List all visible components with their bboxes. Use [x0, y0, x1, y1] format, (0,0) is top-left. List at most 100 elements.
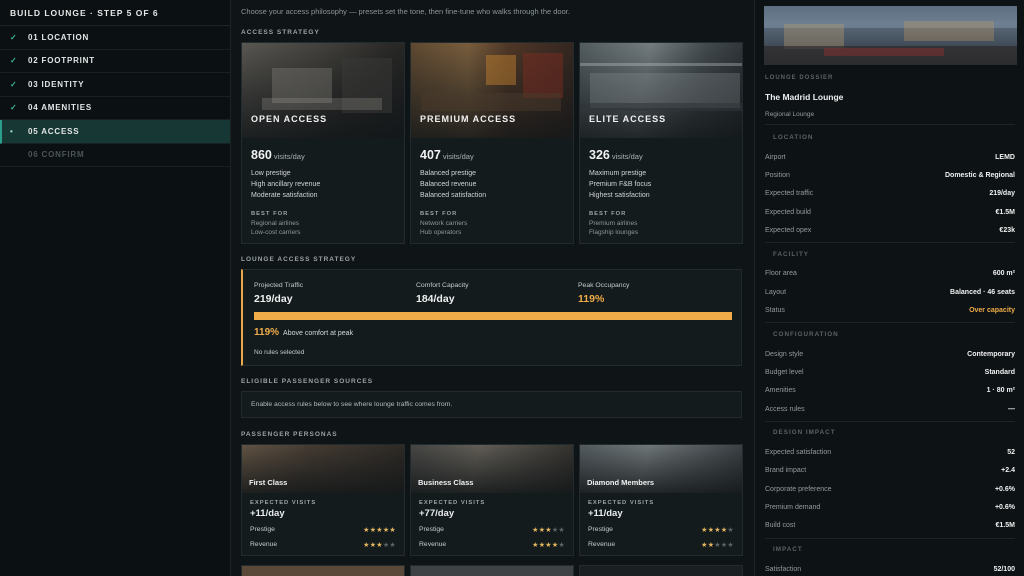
wizard-sidebar: BUILD LOUNGE · STEP 5 OF 6 ✓ 01 LOCATION… [0, 0, 231, 576]
step-label: 02 FOOTPRINT [28, 56, 95, 66]
comfort-capacity-value: 184/day [416, 293, 455, 305]
dossier-row: Airport LEMD [765, 154, 1015, 161]
star-icon: ★ [532, 542, 539, 549]
revenue-stars: ★★★★★ [701, 541, 734, 549]
best-for-item: Regional airlines [251, 220, 300, 227]
prestige-label: Prestige [588, 526, 613, 533]
prestige-stars: ★★★★★ [701, 526, 734, 534]
revenue-stars: ★★★★★ [363, 541, 396, 549]
star-icon: ★ [376, 542, 383, 549]
dossier-row: Build cost €1.5M [765, 522, 1015, 529]
feature: Balanced revenue [420, 181, 477, 188]
step-access[interactable]: • 05 ACCESS [0, 120, 230, 144]
configuration-section-label: CONFIGURATION [773, 331, 839, 338]
best-for-item: Network carriers [420, 220, 468, 227]
prestige-stars: ★★★★★ [363, 526, 396, 534]
prestige-label: Prestige [419, 526, 444, 533]
check-icon: ✓ [10, 79, 18, 89]
projected-traffic-label: Projected Traffic [254, 282, 303, 289]
warning-percent: 119% [254, 327, 280, 338]
step-amenities[interactable]: ✓ 04 AMENITIES [0, 97, 230, 120]
lounge-name: The Madrid Lounge [765, 92, 844, 102]
expected-visits-value: +11/day [588, 508, 623, 519]
card-title: ELITE ACCESS [589, 114, 667, 124]
revenue-stars: ★★★★★ [532, 541, 565, 549]
dossier-row: Expected opex €23k [765, 227, 1015, 234]
expected-visits-label: EXPECTED VISITS [588, 500, 655, 506]
star-icon: ★ [727, 527, 734, 534]
design-impact-section-label: DESIGN IMPACT [773, 429, 836, 436]
best-for-label: BEST FOR [589, 211, 627, 217]
step-confirm[interactable]: 06 CONFIRM [0, 144, 230, 167]
premium-access-photo: PREMIUM ACCESS [411, 43, 573, 138]
persona-card-first-class[interactable]: First Class EXPECTED VISITS +11/day Pres… [241, 444, 405, 556]
feature: Balanced satisfaction [420, 192, 487, 199]
best-for-item: Hub operators [420, 228, 462, 236]
star-icon: ★ [701, 542, 708, 549]
persona-card-diamond-members[interactable]: Diamond Members EXPECTED VISITS +11/day … [579, 444, 743, 556]
persona-card-partial[interactable] [579, 565, 743, 576]
best-for-item: Flagship lounges [589, 228, 639, 236]
star-icon: ★ [376, 527, 383, 534]
dossier-label: LOUNGE DOSSIER [765, 75, 834, 81]
facility-section-label: FACILITY [773, 251, 809, 258]
star-icon: ★ [532, 527, 539, 534]
prestige-label: Prestige [250, 526, 275, 533]
location-section-label: LOCATION [773, 134, 814, 141]
persona-card-partial[interactable] [410, 565, 574, 576]
impact-section-label: IMPACT [773, 546, 803, 553]
step-identity[interactable]: ✓ 03 IDENTITY [0, 73, 230, 97]
star-icon: ★ [389, 542, 396, 549]
expected-visits-label: EXPECTED VISITS [250, 500, 317, 506]
feature: Moderate satisfaction [251, 192, 318, 199]
persona-card-partial[interactable] [241, 565, 405, 576]
dossier-row: Amenities 1 · 80 m² [765, 387, 1015, 394]
star-icon: ★ [714, 527, 721, 534]
expected-visits-value: +11/day [250, 508, 285, 519]
step-label: 04 AMENITIES [28, 103, 92, 113]
access-strategy-heading: ACCESS STRATEGY [241, 29, 320, 36]
divider [765, 322, 1015, 323]
dossier-row: Design style Contemporary [765, 351, 1015, 358]
step-footprint[interactable]: ✓ 02 FOOTPRINT [0, 50, 230, 73]
revenue-label: Revenue [419, 541, 447, 548]
check-icon: ✓ [10, 32, 18, 42]
visits-value: 860 visits/day [251, 148, 305, 162]
prestige-stars: ★★★★★ [532, 526, 565, 534]
step-label: 05 ACCESS [28, 126, 80, 136]
persona-name: Business Class [418, 478, 474, 487]
warning-text: Above comfort at peak [283, 330, 354, 337]
best-for-item: Premium airlines [589, 220, 638, 227]
access-card-elite[interactable]: ELITE ACCESS 326 visits/day Maximum prest… [579, 42, 743, 244]
passenger-personas-heading: PASSENGER PERSONAS [241, 431, 338, 438]
access-card-premium[interactable]: PREMIUM ACCESS 407 visits/day Balanced pr… [410, 42, 574, 244]
intro-text: Choose your access philosophy — presets … [241, 7, 570, 16]
star-icon: ★ [558, 542, 565, 549]
persona-card-business-class[interactable]: Business Class EXPECTED VISITS +77/day P… [410, 444, 574, 556]
feature: High ancillary revenue [251, 181, 321, 188]
dossier-row: Layout Balanced · 46 seats [765, 289, 1015, 296]
revenue-label: Revenue [588, 541, 616, 548]
step-location[interactable]: ✓ 01 LOCATION [0, 26, 230, 50]
no-rules-text: No rules selected [254, 349, 305, 356]
star-icon: ★ [545, 542, 552, 549]
access-card-open[interactable]: OPEN ACCESS 860 visits/day Low prestige H… [241, 42, 405, 244]
dossier-row: Expected satisfaction 52 [765, 449, 1015, 456]
dossier-row: Expected traffic 219/day [765, 190, 1015, 197]
check-icon: ✓ [10, 56, 18, 66]
lounge-illustration [764, 6, 1017, 65]
star-icon: ★ [714, 542, 721, 549]
step-label: 06 CONFIRM [28, 150, 85, 160]
main-content: Choose your access philosophy — presets … [231, 0, 753, 576]
best-for-item: Low-cost carriers [251, 228, 301, 236]
star-icon: ★ [727, 542, 734, 549]
dossier-row: Budget level Standard [765, 369, 1015, 376]
step-label: 01 LOCATION [28, 32, 90, 42]
card-title: OPEN ACCESS [251, 114, 328, 124]
dossier-panel: LOUNGE DOSSIER The Madrid Lounge Regiona… [754, 0, 1024, 576]
star-icon: ★ [363, 527, 370, 534]
dossier-row: Position Domestic & Regional [765, 172, 1015, 179]
status-badge: Over capacity [969, 307, 1015, 314]
lounge-access-strategy-heading: LOUNGE ACCESS STRATEGY [241, 256, 357, 263]
comfort-capacity-label: Comfort Capacity [416, 282, 469, 289]
